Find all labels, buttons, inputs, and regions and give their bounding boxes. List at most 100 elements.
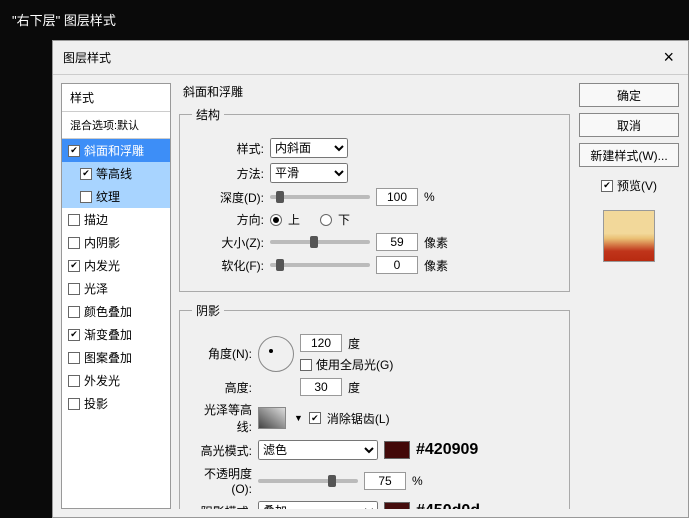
highlight-opacity-slider[interactable] (258, 479, 358, 483)
preview-checkbox[interactable] (601, 180, 613, 192)
style-item-1[interactable]: 等高线 (62, 162, 170, 185)
style-item-checkbox[interactable] (68, 283, 80, 295)
style-item-4[interactable]: 内阴影 (62, 231, 170, 254)
style-item-label: 斜面和浮雕 (84, 142, 144, 159)
size-slider[interactable] (270, 240, 370, 244)
style-item-6[interactable]: 光泽 (62, 277, 170, 300)
blend-options-row[interactable]: 混合选项:默认 (62, 112, 170, 139)
styles-header: 样式 (62, 84, 170, 112)
gloss-contour-label: 光泽等高线: (192, 401, 252, 435)
soften-unit: 像素 (424, 257, 448, 274)
style-item-9[interactable]: 图案叠加 (62, 346, 170, 369)
global-light-checkbox[interactable] (300, 359, 312, 371)
depth-slider[interactable] (270, 195, 370, 199)
preview-thumbnail (603, 210, 655, 262)
style-item-11[interactable]: 投影 (62, 392, 170, 415)
angle-dial[interactable] (258, 336, 294, 372)
structure-group: 结构 样式: 内斜面 方法: 平滑 深度(D): % 方向: (179, 106, 570, 292)
layer-style-dialog: 图层样式 × 样式 混合选项:默认 斜面和浮雕等高线纹理描边内阴影内发光光泽颜色… (52, 40, 689, 518)
style-item-checkbox[interactable] (68, 145, 80, 157)
highlight-opacity-label: 不透明度(O): (192, 465, 252, 496)
styles-list: 样式 混合选项:默认 斜面和浮雕等高线纹理描边内阴影内发光光泽颜色叠加渐变叠加图… (61, 83, 171, 509)
antialias-label: 消除锯齿(L) (327, 410, 390, 427)
altitude-input[interactable] (300, 378, 342, 396)
style-item-0[interactable]: 斜面和浮雕 (62, 139, 170, 162)
angle-input[interactable] (300, 334, 342, 352)
technique-label: 方法: (192, 165, 264, 182)
style-item-checkbox[interactable] (68, 375, 80, 387)
style-item-checkbox[interactable] (68, 237, 80, 249)
style-item-5[interactable]: 内发光 (62, 254, 170, 277)
highlight-mode-select[interactable]: 滤色 (258, 440, 378, 460)
style-item-checkbox[interactable] (68, 329, 80, 341)
style-item-checkbox[interactable] (68, 398, 80, 410)
altitude-unit: 度 (348, 379, 360, 396)
action-panel: 确定 取消 新建样式(W)... 预览(V) (578, 83, 680, 509)
shadow-hex: #450d0d (416, 502, 480, 509)
depth-input[interactable] (376, 188, 418, 206)
settings-panel: 斜面和浮雕 结构 样式: 内斜面 方法: 平滑 深度(D): % (179, 83, 570, 509)
depth-label: 深度(D): (192, 189, 264, 206)
soften-slider[interactable] (270, 263, 370, 267)
style-item-checkbox[interactable] (68, 214, 80, 226)
cancel-button[interactable]: 取消 (579, 113, 679, 137)
antialias-checkbox[interactable] (309, 412, 321, 424)
titlebar: 图层样式 × (53, 41, 688, 75)
highlight-color-swatch[interactable] (384, 441, 410, 459)
technique-select[interactable]: 平滑 (270, 163, 348, 183)
global-light-label: 使用全局光(G) (316, 356, 393, 373)
dialog-title: 图层样式 (63, 49, 111, 66)
shading-group: 阴影 角度(N): 度 使用全局光(G) (179, 302, 570, 509)
angle-label: 角度(N): (192, 345, 252, 362)
style-select[interactable]: 内斜面 (270, 138, 348, 158)
style-item-checkbox[interactable] (80, 168, 92, 180)
style-item-label: 等高线 (96, 165, 132, 182)
shadow-mode-select[interactable]: 叠加 (258, 501, 378, 509)
page-header: "右下层" 图层样式 (0, 0, 689, 39)
soften-input[interactable] (376, 256, 418, 274)
style-item-label: 渐变叠加 (84, 326, 132, 343)
style-item-checkbox[interactable] (80, 191, 92, 203)
ok-button[interactable]: 确定 (579, 83, 679, 107)
style-item-label: 描边 (84, 211, 108, 228)
shading-legend: 阴影 (192, 302, 224, 319)
structure-legend: 结构 (192, 106, 224, 123)
bevel-title: 斜面和浮雕 (183, 83, 570, 100)
highlight-opacity-unit: % (412, 474, 423, 488)
highlight-opacity-input[interactable] (364, 472, 406, 490)
altitude-label: 高度: (192, 379, 252, 396)
new-style-button[interactable]: 新建样式(W)... (579, 143, 679, 167)
style-item-7[interactable]: 颜色叠加 (62, 300, 170, 323)
style-item-label: 纹理 (96, 188, 120, 205)
style-item-checkbox[interactable] (68, 306, 80, 318)
angle-unit: 度 (348, 335, 360, 352)
highlight-hex: #420909 (416, 441, 478, 459)
shadow-mode-label: 阴影模式: (192, 503, 252, 510)
style-item-label: 光泽 (84, 280, 108, 297)
chevron-down-icon[interactable]: ▼ (294, 413, 303, 423)
depth-unit: % (424, 190, 435, 204)
soften-label: 软化(F): (192, 257, 264, 274)
direction-label: 方向: (192, 211, 264, 228)
shadow-color-swatch[interactable] (384, 502, 410, 509)
size-input[interactable] (376, 233, 418, 251)
direction-up-radio[interactable] (270, 214, 282, 226)
style-item-3[interactable]: 描边 (62, 208, 170, 231)
style-item-10[interactable]: 外发光 (62, 369, 170, 392)
size-label: 大小(Z): (192, 234, 264, 251)
style-item-label: 内发光 (84, 257, 120, 274)
direction-down-label: 下 (338, 211, 350, 228)
style-item-label: 图案叠加 (84, 349, 132, 366)
direction-down-radio[interactable] (320, 214, 332, 226)
highlight-mode-label: 高光模式: (192, 442, 252, 459)
style-item-checkbox[interactable] (68, 260, 80, 272)
gloss-contour-picker[interactable] (258, 407, 286, 429)
style-label: 样式: (192, 140, 264, 157)
preview-label: 预览(V) (617, 177, 657, 194)
style-item-checkbox[interactable] (68, 352, 80, 364)
style-item-8[interactable]: 渐变叠加 (62, 323, 170, 346)
style-item-label: 外发光 (84, 372, 120, 389)
style-item-label: 投影 (84, 395, 108, 412)
style-item-2[interactable]: 纹理 (62, 185, 170, 208)
close-icon[interactable]: × (659, 47, 678, 68)
